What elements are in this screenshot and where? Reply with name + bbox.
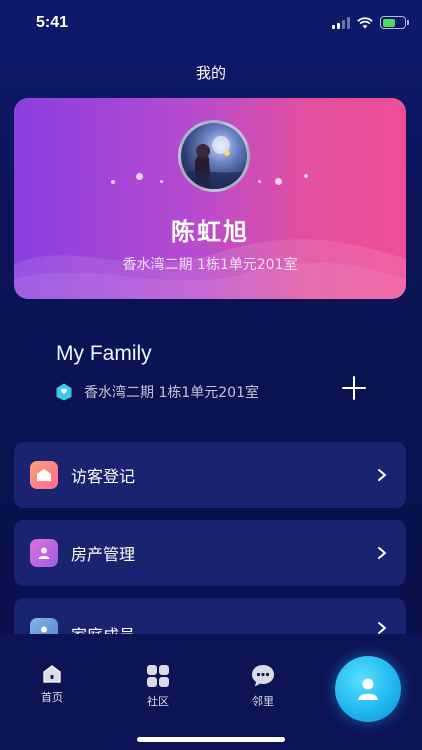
tab-label: 社区 (147, 695, 169, 708)
page-title: 我的 (195, 64, 226, 82)
menu-item-visitor-registration[interactable]: 访客登记 (14, 442, 406, 508)
chevron-right-icon (378, 469, 386, 481)
status-time: 5:41 (36, 14, 69, 31)
decoration-dot (136, 173, 143, 180)
house-icon (56, 383, 72, 401)
community-grid-icon (147, 665, 169, 687)
tab-label: 邻里 (252, 695, 274, 708)
home-indicator[interactable] (137, 737, 285, 742)
status-icons (332, 16, 409, 29)
tab-label: 首页 (41, 691, 63, 704)
chat-bubble-icon (252, 665, 274, 687)
menu-label: 房产管理 (71, 545, 136, 564)
chevron-right-icon (378, 547, 386, 559)
status-bar: 5:41 (0, 0, 422, 44)
decoration-dot (160, 180, 163, 183)
tab-community[interactable]: 社区 (128, 664, 188, 709)
add-family-button[interactable] (340, 374, 368, 402)
decoration-dot (304, 174, 308, 178)
signal-icon (332, 16, 350, 29)
home-icon (43, 665, 61, 683)
decoration-dot (111, 180, 115, 184)
profile-fab-button[interactable] (335, 656, 401, 722)
family-section-title: My Family (56, 342, 152, 365)
user-name: 陈虹旭 (171, 218, 249, 246)
menu-label: 访客登记 (71, 467, 136, 486)
family-address: 香水湾二期 1栋1单元201室 (84, 385, 259, 401)
profile-card[interactable]: 陈虹旭 香水湾二期 1栋1单元201室 (14, 98, 406, 299)
user-address: 香水湾二期 1栋1单元201室 (122, 257, 298, 273)
battery-icon (380, 16, 409, 29)
avatar[interactable] (178, 120, 250, 192)
property-icon (30, 539, 58, 567)
tab-neighbors[interactable]: 邻里 (233, 664, 293, 709)
avatar-photo (181, 136, 247, 189)
decoration-dot (275, 178, 282, 185)
visitor-icon (30, 461, 58, 489)
decoration-dot (258, 180, 261, 183)
family-address-row[interactable]: 香水湾二期 1栋1单元201室 (56, 382, 259, 402)
menu-item-property-management[interactable]: 房产管理 (14, 520, 406, 586)
user-icon (358, 678, 378, 700)
tab-home[interactable]: 首页 (22, 664, 82, 705)
wifi-icon (357, 16, 373, 28)
chevron-right-icon (378, 622, 386, 634)
